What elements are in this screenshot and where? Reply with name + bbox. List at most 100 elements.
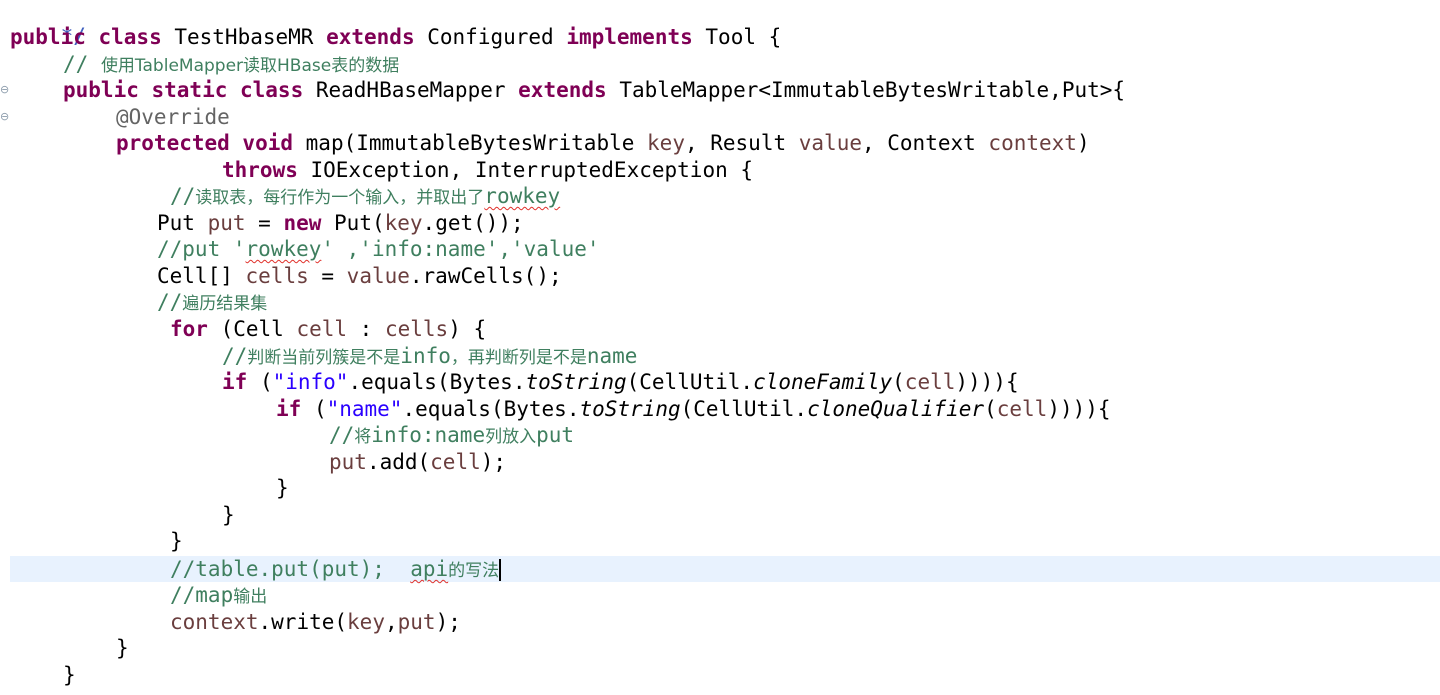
code-line[interactable]: if ("info".equals(Bytes.toString(CellUti… xyxy=(222,369,1019,395)
comment: // xyxy=(222,344,248,368)
keyword: throws xyxy=(222,158,298,182)
closing-brace: } xyxy=(63,663,76,687)
static-method: cloneFamily xyxy=(753,370,893,394)
code-text: ( xyxy=(892,370,905,394)
comment: // xyxy=(63,52,101,76)
spelling-marked-comment: rowkey xyxy=(245,237,322,261)
keyword: if xyxy=(222,370,248,394)
code-text: )))){ xyxy=(955,370,1019,394)
code-line[interactable]: public class TestHbaseMR extends Configu… xyxy=(10,24,781,50)
fold-toggle-icon[interactable]: ⊖ xyxy=(0,83,9,96)
code-line[interactable]: Put put = new Put(key.get()); xyxy=(157,210,524,236)
code-editor[interactable]: ⊖ ⊖ */ public class TestHbaseMR extends … xyxy=(0,0,1440,695)
code-line[interactable]: } xyxy=(116,635,129,661)
parameter: context xyxy=(170,610,259,634)
code-line[interactable]: } xyxy=(63,662,76,688)
code-line[interactable]: Cell[] cells = value.rawCells(); xyxy=(157,263,562,289)
spelling-marked-comment: api xyxy=(410,557,449,581)
code-text: = xyxy=(308,264,347,288)
text-caret xyxy=(499,559,502,581)
string-literal: "info" xyxy=(272,370,349,394)
code-text: TableMapper<ImmutableBytesWritable,Put>{ xyxy=(606,78,1126,102)
keyword: public static class xyxy=(63,78,304,102)
local-variable: cell xyxy=(904,370,956,394)
parameter: context xyxy=(988,131,1077,155)
code-line[interactable]: //读取表，每行作为一个输入，并取出了rowkey xyxy=(170,183,560,209)
code-text: ( xyxy=(247,370,273,394)
code-text: (CellUtil. xyxy=(680,397,808,421)
fold-toggle-icon[interactable]: ⊖ xyxy=(0,110,9,123)
comment: // xyxy=(157,290,183,314)
code-line[interactable]: //判断当前列簇是不是info，再判断列是不是name xyxy=(222,343,637,369)
closing-brace: } xyxy=(170,529,183,553)
code-text: ); xyxy=(480,450,507,474)
code-text: (CellUtil. xyxy=(626,370,754,394)
code-line[interactable]: */ xyxy=(10,0,86,48)
comment: info xyxy=(400,344,451,368)
code-line[interactable]: //map输出 xyxy=(170,582,267,608)
code-line[interactable]: @Override xyxy=(116,104,230,130)
local-variable: cell xyxy=(996,397,1048,421)
comment: 将 xyxy=(354,427,372,447)
code-text: .equals(Bytes. xyxy=(348,370,526,394)
code-text: Configured xyxy=(414,25,567,49)
comment: put xyxy=(536,423,575,447)
keyword: public class xyxy=(10,25,162,49)
code-line[interactable]: public static class ReadHBaseMapper exte… xyxy=(63,77,1125,103)
code-text: ) xyxy=(1076,131,1090,155)
code-text: Tool { xyxy=(692,25,782,49)
code-line[interactable]: throws IOException, InterruptedException… xyxy=(222,157,753,183)
code-line-current[interactable]: //table.put(put); api的写法 xyxy=(170,556,502,582)
code-text: = xyxy=(245,211,284,235)
code-line[interactable]: put.add(cell); xyxy=(329,449,506,475)
static-method: toString xyxy=(525,370,627,394)
comment: 使用TableMapper读取HBase表的数据 xyxy=(100,56,400,76)
comment: ' ,'info:name','value' xyxy=(321,237,600,261)
local-variable: cells xyxy=(384,317,449,341)
code-text: ReadHBaseMapper xyxy=(303,78,519,102)
annotation: @Override xyxy=(116,105,230,129)
keyword: for xyxy=(170,317,208,341)
comment: 判断当前列簇是不是 xyxy=(247,348,401,368)
code-text: ( xyxy=(301,397,327,421)
comment: 的写法 xyxy=(448,561,500,581)
code-line[interactable]: } xyxy=(276,475,289,501)
code-text: , xyxy=(384,610,398,634)
code-text: map(ImmutableBytesWritable xyxy=(293,131,648,155)
closing-brace: } xyxy=(116,636,129,660)
comment: // xyxy=(170,184,196,208)
keyword: if xyxy=(276,397,302,421)
comment: 列放入 xyxy=(485,427,537,447)
code-line[interactable]: for (Cell cell : cells) { xyxy=(170,316,486,342)
code-line[interactable]: if ("name".equals(Bytes.toString(CellUti… xyxy=(276,396,1111,422)
code-text: )))){ xyxy=(1047,397,1111,421)
comment: //table.put(put); xyxy=(170,557,411,581)
keyword: protected void xyxy=(116,131,294,155)
code-text: ) { xyxy=(448,317,487,341)
comment: //put ' xyxy=(157,237,246,261)
code-line[interactable]: } xyxy=(222,502,235,528)
local-variable: put xyxy=(329,450,367,474)
static-method: toString xyxy=(579,397,681,421)
code-line[interactable]: protected void map(ImmutableBytesWritabl… xyxy=(116,130,1090,156)
code-line[interactable]: context.write(key,put); xyxy=(170,609,461,635)
code-text: : xyxy=(347,317,385,341)
code-line[interactable]: } xyxy=(170,528,183,554)
code-line[interactable]: //遍历结果集 xyxy=(157,289,267,315)
code-text: ); xyxy=(435,610,461,634)
code-text: .equals(Bytes. xyxy=(402,397,580,421)
parameter: key xyxy=(647,131,685,155)
code-text: , Result xyxy=(684,131,799,155)
code-text: .write( xyxy=(258,610,348,634)
comment: 输出 xyxy=(233,587,268,607)
code-line[interactable]: //put 'rowkey' ,'info:name','value' xyxy=(157,236,600,262)
keyword: extends xyxy=(326,25,415,49)
code-text: TestHbaseMR xyxy=(161,25,327,49)
code-text: IOException, InterruptedException { xyxy=(297,158,754,182)
code-text: ( xyxy=(984,397,997,421)
code-line[interactable]: //将info:name列放入put xyxy=(329,422,574,448)
code-text: Put xyxy=(157,211,208,235)
code-line[interactable]: // 使用TableMapper读取HBase表的数据 xyxy=(63,51,399,77)
code-text: , Context xyxy=(861,131,989,155)
comment: 读取表，每行作为一个输入，并取出了 xyxy=(195,188,485,208)
